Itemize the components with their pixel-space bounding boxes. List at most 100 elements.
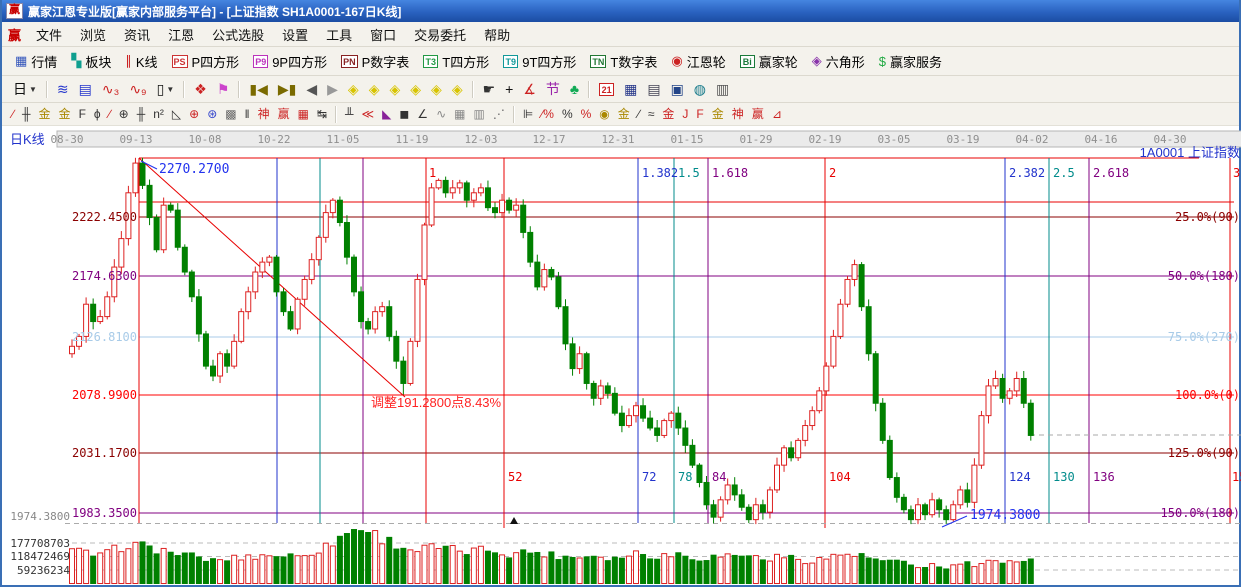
zigzag-button[interactable]: ∿ (432, 108, 450, 120)
flag-indicator-button[interactable]: ⚑ (212, 82, 235, 96)
hexagon-button-button[interactable]: ◈六角形 (805, 52, 872, 71)
target-circle-button[interactable]: ⊕ (185, 108, 203, 120)
crosshair-button[interactable]: + (500, 82, 518, 96)
zoom-right-button[interactable]: ◈ (364, 82, 385, 96)
j-angle-button[interactable]: J (678, 108, 692, 120)
n-square-button[interactable]: n² (149, 108, 168, 120)
menu-item-8[interactable]: 交易委托 (405, 23, 475, 46)
wave-9-button[interactable]: ∿₉ (124, 82, 151, 96)
gold-circle-button[interactable]: ◉ (595, 108, 613, 120)
9t-square-button-button[interactable]: T99T四方形 (496, 52, 583, 71)
f-angle-button[interactable]: F (692, 108, 707, 120)
p-square-button-button[interactable]: PSP四方形 (165, 52, 247, 71)
spiral-tool-button[interactable]: ϕ (90, 108, 105, 120)
f-lines-button[interactable]: F (75, 108, 90, 120)
dark-box-button[interactable]: ◼ (395, 108, 413, 120)
wave-fit-button[interactable]: ≈ (644, 108, 659, 120)
zoom-in-button[interactable]: ◈ (426, 82, 447, 96)
menu-item-6[interactable]: 工具 (317, 23, 361, 46)
gold-lines-2-button[interactable]: 金 (55, 108, 75, 120)
sectors-button-button[interactable]: ▚板块 (64, 52, 118, 71)
fan-box-button[interactable]: ◣ (378, 108, 395, 120)
red-pattern-button[interactable]: ❖ (189, 82, 212, 96)
trend-angle-button[interactable]: ∠ (413, 108, 432, 120)
go-prev-button[interactable]: ◀ (301, 82, 322, 96)
ying-angle-button[interactable]: 赢 (748, 108, 768, 120)
density-grid-button[interactable]: ▩ (221, 108, 240, 120)
pen-tool-button[interactable]: ∕ (8, 108, 18, 120)
period-daily-button[interactable]: 日▼ (8, 82, 42, 96)
jie-tool-button[interactable]: 节 (541, 82, 565, 96)
smart-tool-button[interactable]: ♣ (565, 82, 584, 96)
slope-pen-button[interactable]: ∕ (634, 108, 644, 120)
span-arrow-button[interactable]: ↹ (313, 108, 331, 120)
go-next-button[interactable]: ▶ (322, 82, 343, 96)
shen-lines-button[interactable]: 神 (254, 108, 274, 120)
red-pen-button[interactable]: ∕ (105, 108, 115, 120)
t-table-button-button[interactable]: TNT数字表 (583, 52, 664, 71)
gold-level-button[interactable]: 金 (614, 108, 634, 120)
zoom-out-button[interactable]: ◈ (447, 82, 468, 96)
menu-item-7[interactable]: 窗口 (361, 23, 405, 46)
kline-button-button[interactable]: ∥K线 (118, 52, 164, 71)
zoom-left-button[interactable]: ◈ (343, 82, 364, 96)
zoom-h-button[interactable]: ◈ (384, 82, 405, 96)
tri-tool-button[interactable]: ⊿ (768, 108, 786, 120)
frame-tool-button[interactable]: ╨ (341, 108, 358, 120)
winner-wheel-button-button[interactable]: Bi赢家轮 (733, 52, 805, 71)
t-square-button-button[interactable]: T3T四方形 (416, 52, 496, 71)
gann-wheel-button-button[interactable]: ◉江恩轮 (664, 52, 732, 71)
angle-fan-button[interactable]: ◺ (168, 108, 185, 120)
measure-button[interactable]: ⊫ (519, 108, 537, 120)
save-button[interactable]: ▣ (666, 82, 689, 96)
go-last-button[interactable]: ▶▮ (273, 82, 301, 96)
go-first-button[interactable]: ▮◀ (244, 82, 272, 96)
winner-service-button-button[interactable]: $赢家服务 (872, 52, 949, 71)
pan-hand-button[interactable]: ☛ (478, 82, 501, 96)
parallel-button[interactable]: ⋰ (489, 108, 509, 120)
notes-button[interactable]: ▤ (642, 82, 665, 96)
calendar-21-button[interactable]: 21 (594, 83, 619, 96)
quotes-button-button[interactable]: ▦行情 (8, 52, 64, 71)
wave-3-button[interactable]: ∿₃ (97, 82, 124, 96)
menu-item-5[interactable]: 设置 (273, 23, 317, 46)
zoom-v-button[interactable]: ◈ (405, 82, 426, 96)
menu-item-9[interactable]: 帮助 (475, 23, 519, 46)
menu-item-3[interactable]: 江恩 (159, 23, 203, 46)
grid-a-button[interactable]: ▦ (450, 108, 469, 120)
gann-circle-button[interactable]: ⊕ (115, 108, 133, 120)
info-note-button[interactable]: ▤ (74, 82, 97, 96)
time-lines-button[interactable]: ╫ (133, 108, 150, 120)
pause-tool-button[interactable]: ‖ (241, 108, 254, 120)
num-grid-button[interactable]: ▦ (294, 108, 313, 120)
fan-box-icon: ◣ (382, 108, 391, 120)
trend-line[interactable] (139, 158, 405, 397)
angle-measure-button[interactable]: ∡ (518, 82, 541, 96)
title-bar[interactable]: 赢 赢家江恩专业版[赢家内部服务平台] - [上证指数 SH1A0001-167… (2, 0, 1239, 22)
menu-item-4[interactable]: 公式选股 (203, 23, 273, 46)
menu-item-2[interactable]: 资讯 (115, 23, 159, 46)
pct-under-button[interactable]: % (577, 108, 596, 120)
volume-bar (366, 533, 371, 584)
ying-lines-button[interactable]: 赢 (274, 108, 294, 120)
print-button[interactable]: ▥ (711, 82, 734, 96)
pct-line-button[interactable]: ⁄% (537, 108, 558, 120)
pattern-tool-button[interactable]: ≋ (52, 82, 74, 96)
menu-item-1[interactable]: 浏览 (71, 23, 115, 46)
gann-lines-button[interactable]: ╫ (18, 108, 35, 120)
calculator-button[interactable]: ▦ (619, 82, 642, 96)
gold-lines-1-button[interactable]: 金 (35, 108, 55, 120)
spider-web-button[interactable]: ⊛ (203, 108, 221, 120)
p-table-button-button[interactable]: PNP数字表 (334, 52, 416, 71)
export-web-button[interactable]: ◍ (689, 82, 711, 96)
9p-square-button-button[interactable]: P99P四方形 (246, 52, 334, 71)
candle-style-button[interactable]: ▯▼ (152, 82, 180, 96)
grid-b-button[interactable]: ▥ (469, 108, 488, 120)
gold-red-button[interactable]: 金 (658, 108, 678, 120)
volume-bar (323, 543, 328, 583)
percent-button[interactable]: % (558, 108, 577, 120)
shen-angle-button[interactable]: 神 (728, 108, 748, 120)
fan-red-button[interactable]: ≪ (358, 108, 379, 120)
gold-angle-button[interactable]: 金 (708, 108, 728, 120)
menu-item-0[interactable]: 文件 (27, 23, 71, 46)
